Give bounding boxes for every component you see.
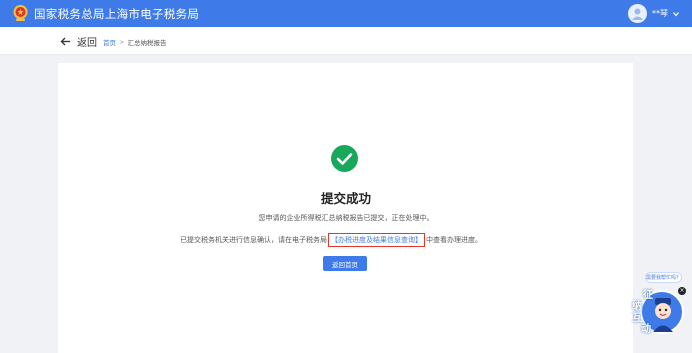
- assistant-char-4: 动: [641, 324, 651, 335]
- check-circle-icon: [331, 145, 358, 172]
- top-header-bar: 国家税务总局上海市电子税务局 **琴: [0, 0, 692, 27]
- back-button[interactable]: 返回: [60, 34, 97, 49]
- result-card: [58, 63, 633, 353]
- instruction-suffix: 中查看办理进度。: [426, 236, 482, 244]
- assistant-widget[interactable]: 征 纳 互 动: [630, 286, 686, 335]
- return-home-button[interactable]: 返回首页: [323, 256, 367, 271]
- progress-query-link[interactable]: 【办税进度及结果信息查询】: [328, 233, 425, 247]
- close-icon[interactable]: ×: [678, 287, 686, 295]
- arrow-left-icon: [60, 37, 70, 46]
- status-message: 您申请的企业所得税汇总纳税报告已提交，正在处理中。: [258, 214, 434, 222]
- instruction-prefix: 已提交税务机关进行信息确认，请在电子税务局: [180, 236, 327, 244]
- success-title: 提交成功: [320, 191, 371, 206]
- breadcrumb-home-link[interactable]: 首页: [103, 37, 116, 47]
- breadcrumb-current: 汇总纳税报告: [127, 39, 167, 47]
- site-title: 国家税务总局上海市电子税务局: [34, 7, 200, 21]
- back-label: 返回: [77, 38, 97, 49]
- user-menu[interactable]: **琴: [628, 4, 680, 23]
- breadcrumb-separator: >: [119, 38, 125, 46]
- assistant-bubble[interactable]: 需要我帮忙吗？: [645, 272, 682, 283]
- breadcrumb: 首页 > 汇总纳税报告: [103, 37, 166, 47]
- chevron-down-icon: [673, 11, 679, 16]
- instruction-message: 已提交税务机关进行信息确认，请在电子税务局 【办税进度及结果信息查询】 中查看办…: [180, 233, 482, 247]
- user-avatar-icon: [628, 4, 647, 23]
- tax-emblem-icon: [13, 5, 28, 21]
- assistant-char-1: 征: [643, 290, 653, 301]
- user-name: **琴: [652, 9, 668, 18]
- sub-navigation-bar: 返回 首页 > 汇总纳税报告: [0, 27, 692, 55]
